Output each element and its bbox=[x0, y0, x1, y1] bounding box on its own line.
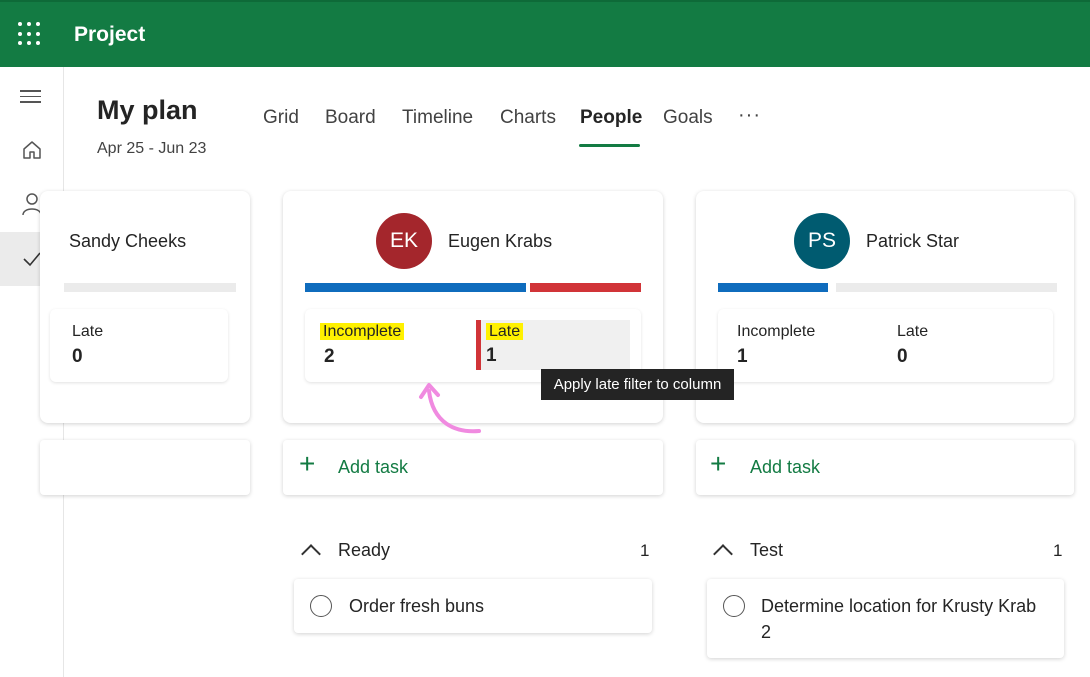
app-header: Project bbox=[0, 0, 1090, 67]
bucket-title[interactable]: Ready bbox=[338, 540, 390, 561]
plan-title: My plan bbox=[97, 95, 198, 125]
person-name: Sandy Cheeks bbox=[69, 231, 187, 251]
avatar: PS bbox=[794, 213, 850, 269]
plus-icon: + bbox=[710, 448, 727, 479]
task-title: Order fresh buns bbox=[349, 596, 485, 616]
more-tabs-button[interactable]: ··· bbox=[738, 104, 761, 127]
add-task-button-sandy[interactable] bbox=[40, 440, 250, 495]
tab-charts[interactable]: Charts bbox=[500, 107, 556, 129]
tab-grid[interactable]: Grid bbox=[263, 107, 299, 129]
home-icon bbox=[22, 141, 41, 159]
tab-people[interactable]: People bbox=[580, 107, 642, 129]
plan-dates: Apr 25 - Jun 23 bbox=[97, 140, 207, 157]
add-task-label: Add task bbox=[750, 457, 821, 477]
late-label[interactable]: Late bbox=[72, 323, 103, 341]
progress-bar-empty bbox=[64, 283, 236, 292]
stats-box: Late 0 bbox=[50, 309, 228, 382]
bucket-title[interactable]: Test bbox=[750, 540, 783, 561]
person-name: Patrick Star bbox=[866, 231, 960, 251]
incomplete-label[interactable]: Incomplete bbox=[737, 323, 815, 341]
progress-bar-remaining bbox=[836, 283, 1057, 292]
late-filter-button[interactable]: Late 1 bbox=[476, 320, 630, 370]
avatar: EK bbox=[376, 213, 432, 269]
chevron-up-icon[interactable] bbox=[713, 544, 733, 564]
stats-box: Incomplete 1 Late 0 bbox=[718, 309, 1053, 382]
plus-icon: + bbox=[299, 448, 316, 479]
active-tab-indicator bbox=[579, 144, 640, 147]
hamburger-icon[interactable] bbox=[20, 90, 41, 107]
person-card-patrick: PS Patrick Star Incomplete 1 Late 0 bbox=[696, 191, 1074, 423]
radio-circle-icon[interactable] bbox=[310, 595, 332, 617]
late-label[interactable]: Late bbox=[897, 323, 928, 341]
progress-bar-late bbox=[530, 283, 641, 292]
incomplete-label[interactable]: Incomplete bbox=[320, 323, 405, 341]
annotation-arrow-icon bbox=[419, 383, 481, 434]
app-title: Project bbox=[74, 23, 146, 46]
progress-bar-incomplete bbox=[718, 283, 828, 292]
tab-board[interactable]: Board bbox=[325, 107, 376, 129]
task-card[interactable]: Determine location for Krusty Krab 2 bbox=[707, 579, 1064, 658]
waffle-icon[interactable] bbox=[18, 22, 42, 46]
tab-goals[interactable]: Goals bbox=[663, 107, 713, 129]
add-task-label: Add task bbox=[338, 457, 409, 477]
person-card-sandy: Sandy Cheeks Late 0 bbox=[40, 191, 250, 423]
add-task-button-patrick[interactable]: + Add task bbox=[696, 440, 1074, 495]
person-name: Eugen Krabs bbox=[448, 231, 553, 251]
progress-bar-incomplete bbox=[305, 283, 526, 292]
tooltip: Apply late filter to column bbox=[541, 369, 734, 400]
bucket-count: 1 bbox=[1053, 541, 1063, 560]
radio-circle-icon[interactable] bbox=[723, 595, 745, 617]
incomplete-value[interactable]: 2 bbox=[324, 346, 335, 368]
late-value[interactable]: 0 bbox=[897, 346, 908, 368]
task-card[interactable]: Order fresh buns bbox=[294, 579, 652, 633]
add-task-button-eugen[interactable]: + Add task bbox=[283, 440, 663, 495]
late-label: Late bbox=[486, 323, 524, 341]
late-value: 1 bbox=[486, 345, 497, 366]
bucket-count: 1 bbox=[640, 541, 650, 560]
tab-timeline[interactable]: Timeline bbox=[402, 107, 473, 129]
home-nav-button[interactable] bbox=[0, 123, 63, 177]
late-value[interactable]: 0 bbox=[72, 346, 83, 368]
incomplete-value[interactable]: 1 bbox=[737, 346, 748, 368]
chevron-up-icon[interactable] bbox=[301, 544, 321, 564]
task-title: Determine location for Krusty Krab 2 bbox=[761, 596, 1037, 642]
